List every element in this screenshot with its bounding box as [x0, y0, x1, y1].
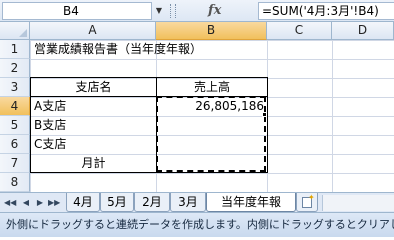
cell-a6[interactable]: C支店: [31, 135, 69, 154]
tab-april[interactable]: 4月: [66, 193, 100, 212]
row-header-4[interactable]: 4: [0, 97, 30, 116]
formula-bar: B4 ▼ fx =SUM('4月:3月'!B4): [0, 0, 394, 22]
fill-handle[interactable]: [262, 112, 267, 117]
new-sheet-star-icon: ✦: [308, 193, 315, 202]
tab-may[interactable]: 5月: [100, 193, 134, 212]
name-box-dropdown-icon[interactable]: ▼: [153, 3, 165, 19]
next-sheet-icon[interactable]: ▶: [34, 196, 46, 210]
row-header-6[interactable]: 6: [0, 135, 30, 154]
cell-b3[interactable]: 売上高: [157, 78, 267, 97]
cell-a4[interactable]: A支店: [31, 97, 69, 116]
prev-sheet-icon[interactable]: ◀: [20, 196, 32, 210]
status-bar: 外側にドラッグすると連続データを作成します。内側にドラッグするとクリアします。: [0, 212, 394, 237]
row-header-1[interactable]: 1: [0, 40, 30, 59]
formula-bar-resize-handle[interactable]: [170, 4, 176, 18]
row-header-5[interactable]: 5: [0, 116, 30, 135]
cell-a7[interactable]: 月計: [31, 154, 156, 173]
insert-sheet-button[interactable]: ✦: [296, 193, 318, 212]
tab-march[interactable]: 3月: [170, 193, 206, 212]
first-sheet-icon[interactable]: ◀◀: [4, 196, 16, 210]
column-header-d[interactable]: D: [332, 22, 394, 40]
column-header-c[interactable]: C: [267, 22, 332, 40]
row-header-7[interactable]: 7: [0, 154, 30, 173]
select-all-button[interactable]: [0, 22, 30, 40]
horizontal-scrollbar[interactable]: [322, 195, 394, 211]
column-header-a[interactable]: A: [30, 22, 156, 40]
row-header-3[interactable]: 3: [0, 78, 30, 97]
column-header-b[interactable]: B: [156, 22, 267, 40]
sheet-tabs-bar: ◀◀ ◀ ▶ ▶▶ 4月 5月 2月 3月 当年度年報 ✦: [0, 192, 394, 212]
name-box[interactable]: B4: [2, 2, 152, 20]
copy-marquee-selection: [156, 96, 266, 172]
cell-a5[interactable]: B支店: [31, 116, 69, 135]
last-sheet-icon[interactable]: ▶▶: [48, 196, 60, 210]
tab-february[interactable]: 2月: [134, 193, 170, 212]
gridline: [332, 40, 333, 192]
formula-input[interactable]: =SUM('4月:3月'!B4): [258, 2, 394, 20]
cell-a1[interactable]: 営業成績報告書（当年度年報）: [31, 40, 205, 59]
cell-a3[interactable]: 支店名: [31, 78, 156, 97]
insert-function-button[interactable]: fx: [200, 2, 256, 20]
spreadsheet-window: B4 ▼ fx =SUM('4月:3月'!B4) A B C D 1 2 3 4…: [0, 0, 394, 237]
tab-annual-report[interactable]: 当年度年報: [206, 193, 296, 212]
row-header-8[interactable]: 8: [0, 173, 30, 192]
row-header-2[interactable]: 2: [0, 59, 30, 78]
select-all-icon: [19, 29, 27, 37]
